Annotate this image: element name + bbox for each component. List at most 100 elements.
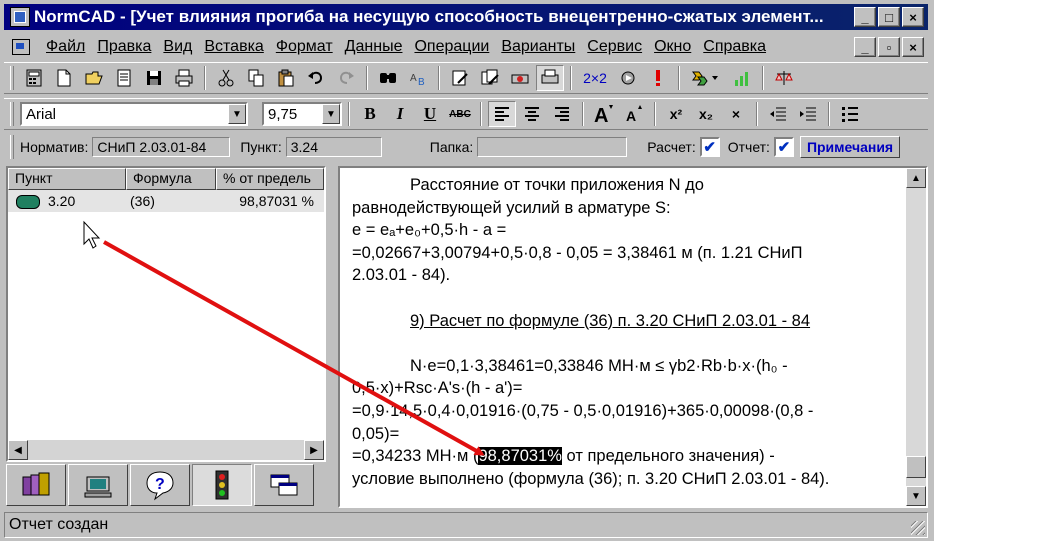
status-bar: Отчет создан [4, 512, 928, 538]
highlighted-percent[interactable]: 98,87031% [478, 447, 562, 466]
menu-service[interactable]: Сервис [581, 38, 648, 56]
folder-field[interactable] [477, 137, 628, 157]
minimize-button[interactable]: _ [854, 7, 876, 27]
calculate-icon[interactable] [446, 65, 474, 91]
align-left-icon[interactable] [488, 101, 516, 127]
report-document[interactable]: Расстояние от точки приложения N до равн… [338, 166, 928, 508]
column-point[interactable]: Пункт [8, 168, 126, 190]
toolbar-grip[interactable] [10, 135, 14, 159]
close-button[interactable]: × [902, 7, 924, 27]
copy-icon[interactable] [242, 65, 270, 91]
point-label: Пункт: [240, 139, 282, 155]
report-line: Расстояние от точки приложения N до [410, 176, 704, 194]
signal-bars-icon[interactable] [728, 65, 756, 91]
print-report-icon[interactable] [506, 65, 534, 91]
menu-window[interactable]: Окно [648, 38, 697, 56]
align-center-icon[interactable] [518, 101, 546, 127]
report-line: 2.03.01 - 84). [352, 266, 451, 285]
norm-field[interactable]: СНиП 2.03.01-84 [92, 137, 231, 157]
calculate-all-icon[interactable] [476, 65, 504, 91]
zoom-2x2-button[interactable]: 2×2 [578, 65, 612, 91]
report-checkbox[interactable]: ✔ [773, 137, 794, 157]
cut-icon[interactable] [212, 65, 240, 91]
calc-checkbox[interactable]: ✔ [699, 137, 720, 157]
bold-button[interactable]: B [356, 101, 384, 127]
strikethrough-button[interactable]: ABC [446, 101, 474, 127]
font-size-select[interactable]: 9,75 ▼ [262, 102, 342, 126]
superscript-button[interactable]: x² [662, 101, 690, 127]
underline-button[interactable]: U [416, 101, 444, 127]
report-line: N·e=0,1·3,38461=0,33846 МН·м ≤ γb2·Rb·b·… [410, 356, 788, 375]
windows-tab-icon[interactable] [254, 464, 314, 506]
preview-report-icon[interactable] [536, 65, 564, 91]
horizontal-scrollbar[interactable]: ◀ ▶ [8, 440, 324, 460]
help-tab-icon[interactable]: ? [130, 464, 190, 506]
paste-icon[interactable] [272, 65, 300, 91]
point-field[interactable]: 3.24 [285, 137, 382, 157]
document-icon[interactable] [10, 37, 32, 57]
menu-insert[interactable]: Вставка [198, 38, 269, 56]
new-document-icon[interactable] [50, 65, 78, 91]
list-item[interactable]: 3.20 (36) 98,87031 % [8, 190, 324, 212]
toolbar-grip[interactable] [10, 102, 14, 126]
doc-restore-button[interactable]: ▫ [878, 37, 900, 57]
scales-icon[interactable] [770, 65, 798, 91]
clear-format-button[interactable]: × [722, 101, 750, 127]
menu-help[interactable]: Справка [697, 38, 772, 56]
chevron-down-icon[interactable]: ▼ [228, 104, 246, 124]
calculator-icon[interactable] [20, 65, 48, 91]
chevron-down-icon[interactable]: ▼ [322, 104, 340, 124]
resize-grip-icon[interactable] [911, 521, 925, 535]
scroll-up-icon[interactable]: ▲ [906, 168, 926, 188]
subscript-button[interactable]: x₂ [692, 101, 720, 127]
menu-variants[interactable]: Варианты [495, 38, 581, 56]
traffic-light-tab-icon[interactable] [192, 464, 252, 506]
scroll-left-icon[interactable]: ◀ [8, 440, 28, 460]
scroll-right-icon[interactable]: ▶ [304, 440, 324, 460]
svg-text:A: A [626, 108, 636, 124]
run-icon[interactable] [614, 65, 642, 91]
doc-close-button[interactable]: × [902, 37, 924, 57]
normcad-app-icon[interactable] [10, 7, 30, 27]
variants-icon[interactable] [686, 65, 726, 91]
maximize-button[interactable]: □ [878, 7, 900, 27]
column-formula[interactable]: Формула [126, 168, 216, 190]
decrease-font-icon[interactable]: A [620, 101, 648, 127]
library-tab-icon[interactable] [6, 464, 66, 506]
menu-file[interactable]: Файл [40, 38, 91, 56]
column-percent[interactable]: % от предель [216, 168, 324, 190]
undo-icon[interactable] [302, 65, 330, 91]
menu-view[interactable]: Вид [157, 38, 198, 56]
report-line [352, 332, 898, 355]
toolbar-grip[interactable] [10, 66, 14, 90]
report-icon[interactable] [110, 65, 138, 91]
vertical-scrollbar[interactable]: ▲ ▼ [906, 168, 926, 506]
open-folder-icon[interactable] [80, 65, 108, 91]
save-icon[interactable] [140, 65, 168, 91]
title-bar[interactable]: NormCAD - [Учет влияния прогиба на несущ… [4, 4, 928, 30]
increase-font-icon[interactable]: A [590, 101, 618, 127]
menu-operations[interactable]: Операции [408, 38, 495, 56]
replace-icon[interactable]: AB [404, 65, 432, 91]
align-right-icon[interactable] [548, 101, 576, 127]
print-icon[interactable] [170, 65, 198, 91]
increase-indent-icon[interactable] [794, 101, 822, 127]
scroll-down-icon[interactable]: ▼ [906, 486, 926, 506]
italic-button[interactable]: I [386, 101, 414, 127]
bullet-list-icon[interactable] [836, 101, 864, 127]
redo-icon[interactable] [332, 65, 360, 91]
status-text: Отчет создан [9, 516, 109, 533]
menu-format[interactable]: Формат [270, 38, 339, 56]
item-point: 3.20 [48, 193, 76, 209]
notes-button[interactable]: Примечания [799, 136, 901, 158]
scroll-thumb[interactable] [906, 456, 926, 478]
decrease-indent-icon[interactable] [764, 101, 792, 127]
doc-minimize-button[interactable]: _ [854, 37, 876, 57]
font-name-select[interactable]: Arial ▼ [20, 102, 248, 126]
svg-text:A: A [410, 73, 417, 84]
exclamation-icon[interactable] [644, 65, 672, 91]
menu-edit[interactable]: Правка [91, 38, 157, 56]
computer-tab-icon[interactable] [68, 464, 128, 506]
menu-data[interactable]: Данные [339, 38, 409, 56]
find-icon[interactable] [374, 65, 402, 91]
